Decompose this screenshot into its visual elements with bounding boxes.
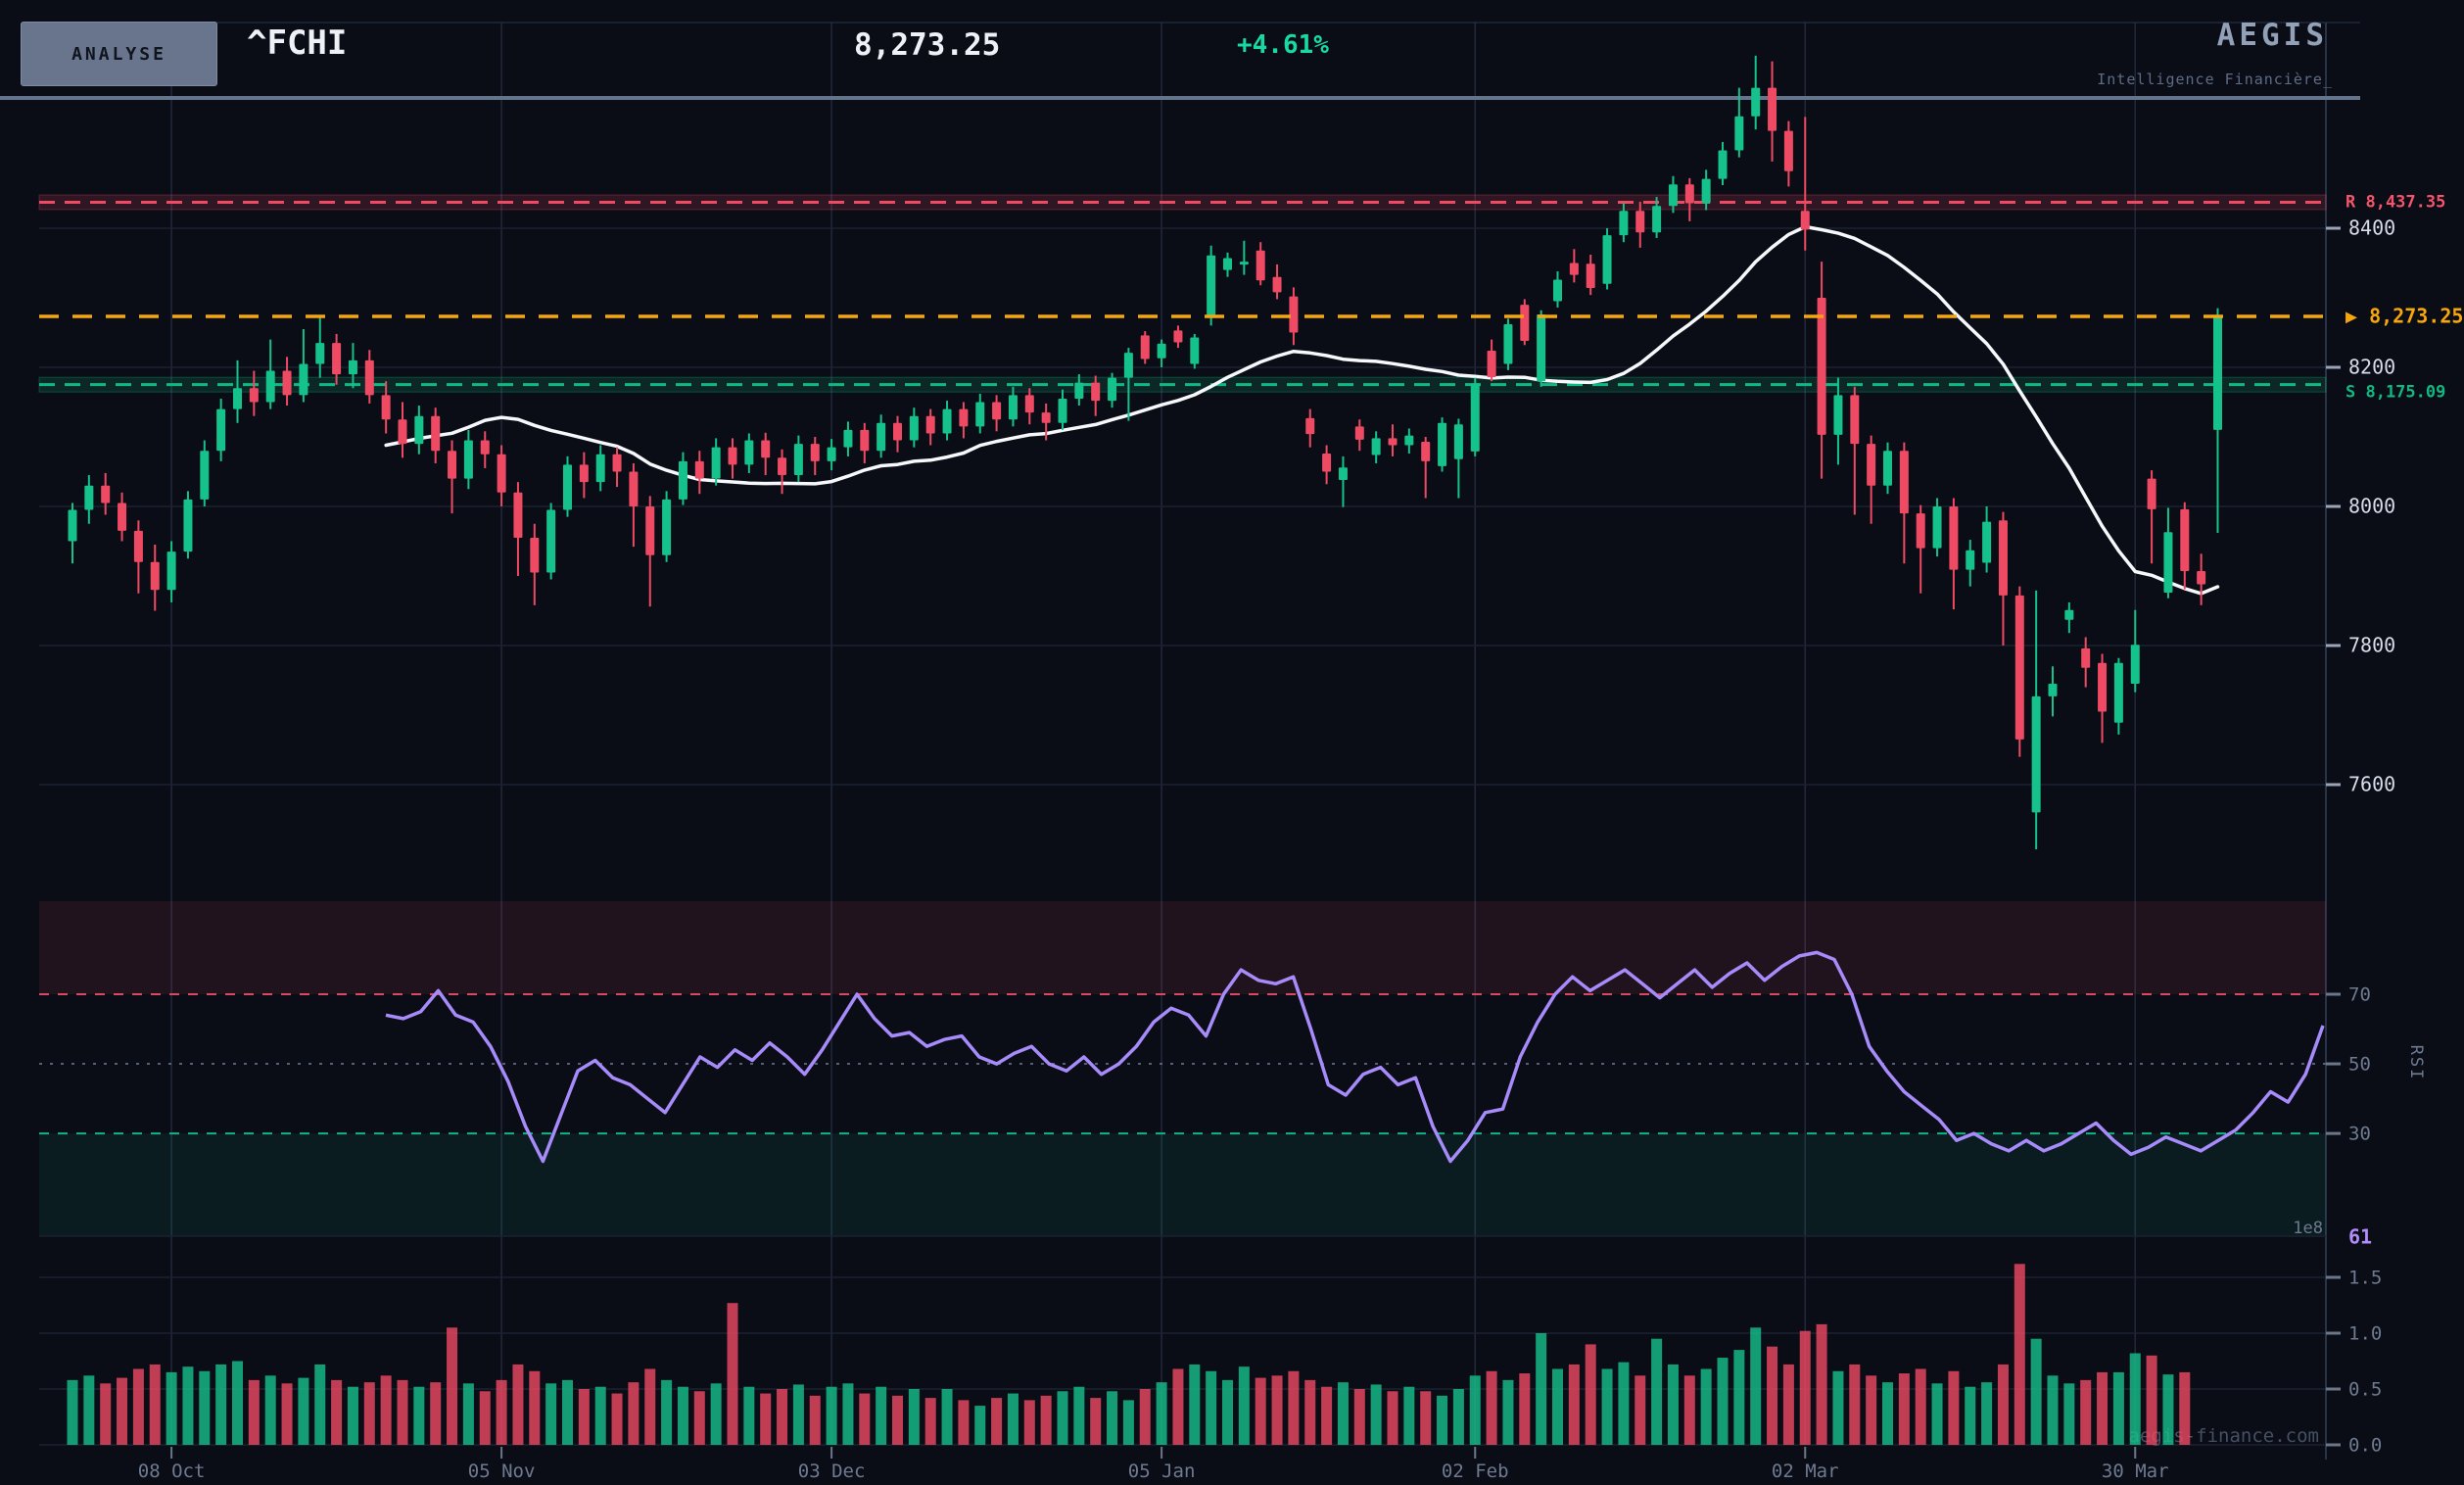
rsi-panel (39, 901, 2326, 1236)
svg-text:0.5: 0.5 (2348, 1379, 2382, 1401)
svg-text:70: 70 (2348, 984, 2371, 1006)
svg-text:8000: 8000 (2348, 495, 2395, 518)
date-axis: 08 Oct 05 Nov 03 Dec 05 Jan 02 Feb 02 Mar 30 M… (138, 1447, 2169, 1482)
svg-text:▶ 8,273.25: ▶ 8,273.25 (2346, 304, 2463, 327)
svg-text:03 Dec: 03 Dec (798, 1461, 866, 1482)
svg-text:8400: 8400 (2348, 216, 2395, 240)
analyse-button[interactable]: ANALYSE (21, 22, 217, 86)
svg-text:08 Oct: 08 Oct (138, 1461, 206, 1482)
svg-text:1e8: 1e8 (2293, 1219, 2323, 1238)
svg-text:8200: 8200 (2348, 356, 2395, 379)
brand-subtitle: Intelligence Financière_ (2097, 71, 2333, 88)
svg-text:7800: 7800 (2348, 634, 2395, 657)
svg-text:05 Nov: 05 Nov (468, 1461, 536, 1482)
svg-text:02 Feb: 02 Feb (1442, 1461, 1509, 1482)
sma20-line (386, 227, 2217, 594)
svg-text:R 8,437.35: R 8,437.35 (2346, 192, 2445, 212)
brand-logo: AEGIS (2217, 18, 2328, 53)
candles-layer (69, 56, 2223, 849)
symbol-title: ^FCHI (247, 24, 347, 63)
last-price: 8,273.25 (854, 27, 1000, 63)
svg-text:7600: 7600 (2348, 773, 2395, 796)
rsi-axis-title: RSI (2406, 1045, 2426, 1081)
svg-text:0.0: 0.0 (2348, 1435, 2382, 1457)
watermark: aegis-finance.com (2129, 1425, 2319, 1447)
svg-text:30 Mar: 30 Mar (2102, 1461, 2169, 1482)
svg-text:1.0: 1.0 (2348, 1323, 2382, 1345)
chart-canvas[interactable]: aegis-finance.com 8400 8200 8000 7800 7600 R 8… (0, 0, 2464, 1485)
svg-text:S 8,175.09: S 8,175.09 (2346, 383, 2445, 403)
svg-text:30: 30 (2348, 1124, 2371, 1145)
svg-text:1.5: 1.5 (2348, 1268, 2382, 1289)
svg-text:05 Jan: 05 Jan (1128, 1461, 1196, 1482)
svg-text:50: 50 (2348, 1054, 2371, 1076)
svg-text:61: 61 (2348, 1225, 2372, 1249)
volume-bars (68, 1264, 2191, 1445)
levels-layer (39, 195, 2326, 392)
change-percent-badge: +4.61% (1237, 30, 1329, 60)
trading-terminal: aegis-finance.com 8400 8200 8000 7800 7600 R 8… (0, 0, 2464, 1485)
grid-layer (0, 23, 2360, 1460)
svg-text:02 Mar: 02 Mar (1772, 1461, 1839, 1482)
